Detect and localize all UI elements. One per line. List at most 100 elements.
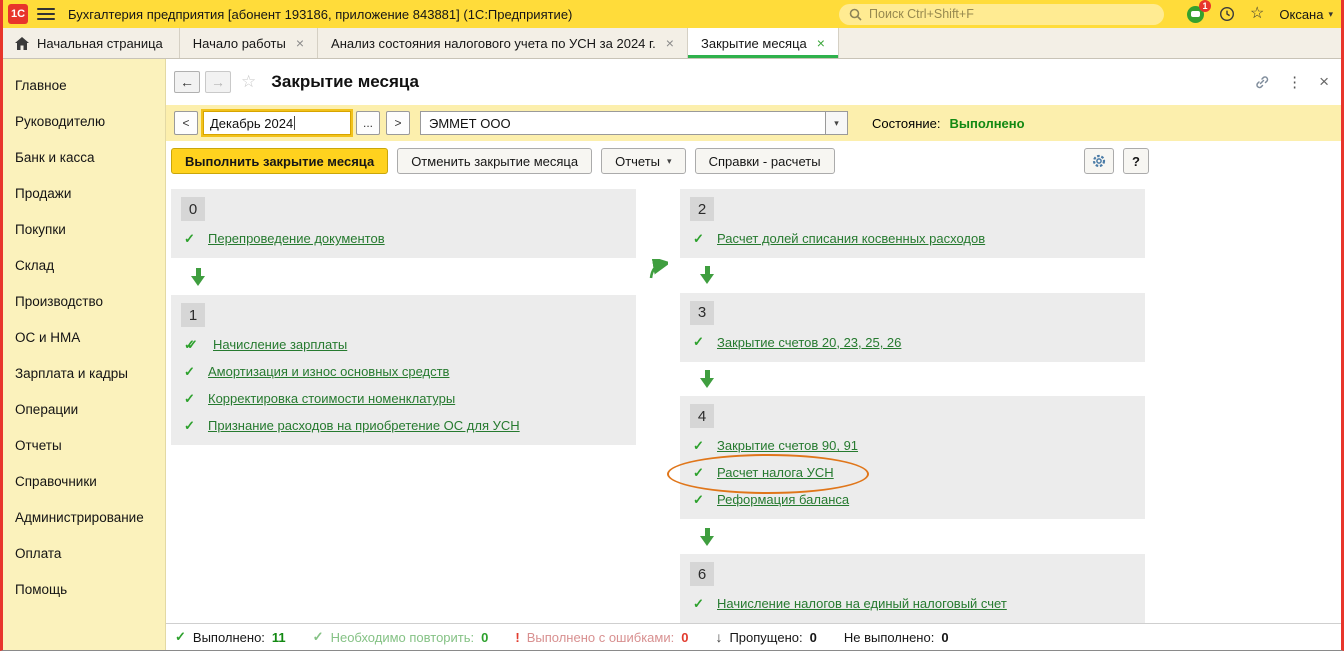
- document-tab[interactable]: Начало работы ×: [180, 28, 319, 58]
- step-operation-link[interactable]: Начисление зарплаты: [213, 337, 347, 352]
- sidebar-item[interactable]: Руководителю: [3, 103, 165, 139]
- step-operation-link[interactable]: Корректировка стоимости номенклатуры: [208, 391, 455, 406]
- global-search-input[interactable]: Поиск Ctrl+Shift+F: [839, 3, 1165, 25]
- step-item: ✓✓ Начисление зарплаты: [171, 331, 636, 358]
- sidebar-item[interactable]: Помощь: [3, 571, 165, 607]
- sidebar-item[interactable]: Покупки: [3, 211, 165, 247]
- get-link-icon[interactable]: [1254, 74, 1270, 90]
- organization-dropdown-icon[interactable]: ▾: [825, 112, 847, 134]
- step-operation-link[interactable]: Реформация баланса: [717, 492, 849, 507]
- step-block: 6 ✓ Начисление налогов на единый налоговый…: [680, 554, 1145, 624]
- footer-stat-label: Выполнено с ошибками:: [526, 629, 675, 645]
- user-menu[interactable]: Оксана ▾: [1279, 7, 1333, 22]
- previous-period-button[interactable]: <: [174, 111, 198, 135]
- sidebar-item[interactable]: Производство: [3, 283, 165, 319]
- chevron-down-icon: ▾: [1328, 8, 1333, 19]
- sidebar-item[interactable]: Отчеты: [3, 427, 165, 463]
- sidebar-item[interactable]: Склад: [3, 247, 165, 283]
- document-tabs: Начало работы × Анализ состояния налоговог…: [180, 28, 839, 58]
- main-menu-icon[interactable]: [37, 8, 55, 20]
- period-band: < Декабрь 2024 ... > ЭММЕТ ООО ▾ Состоян…: [166, 105, 1341, 141]
- help-button[interactable]: ?: [1123, 148, 1149, 174]
- run-month-closing-button[interactable]: Выполнить закрытие месяца: [171, 148, 389, 174]
- steps-column-left: 0 ✓ Перепроведение документов 1 ✓✓ Начисление…: [171, 189, 636, 623]
- cancel-month-closing-button[interactable]: Отменить закрытие месяца: [397, 148, 593, 174]
- reports-dropdown-button[interactable]: Отчеты ▾: [601, 148, 686, 174]
- main-area: Главное Руководителю Банк и касса Продажи По…: [3, 59, 1341, 650]
- footer-stat-label: Выполнено:: [192, 629, 265, 645]
- footer-stat-value: 0: [481, 629, 489, 645]
- tab-close-icon[interactable]: ×: [817, 35, 825, 51]
- check-icon: ✓: [693, 230, 704, 246]
- step-operation-link[interactable]: Начисление налогов на единый налоговый с…: [717, 596, 1007, 611]
- back-button[interactable]: ←: [174, 71, 200, 93]
- step-block: 4 ✓ Закрытие счетов 90, 91 ✓ Расчет налога У…: [667, 396, 1145, 520]
- organization-select[interactable]: ЭММЕТ ООО ▾: [420, 111, 848, 135]
- step-operation-link[interactable]: Закрытие счетов 90, 91: [717, 438, 858, 453]
- settings-gear-button[interactable]: [1084, 148, 1114, 174]
- footer-stat-value: 0: [809, 629, 817, 645]
- check-icon: ✓: [693, 595, 704, 611]
- footer-stat: ↓ Пропущено: 0: [715, 629, 816, 645]
- step-item: ✓ Начисление налогов на единый налоговый …: [680, 590, 1145, 617]
- sidebar-item[interactable]: Администрирование: [3, 499, 165, 535]
- reports-label: Отчеты: [615, 153, 661, 169]
- step-item: ✓ Перепроведение документов: [171, 225, 636, 252]
- repeat-check-icon: ✓: [312, 629, 324, 644]
- chevron-down-icon: ▾: [667, 155, 672, 166]
- gear-icon: [1092, 154, 1106, 168]
- step-operation-link[interactable]: Закрытие счетов 20, 23, 25, 26: [717, 335, 901, 350]
- tab-home[interactable]: Начальная страница: [3, 28, 180, 58]
- sidebar-item[interactable]: Операции: [3, 391, 165, 427]
- check-icon: ✓: [184, 417, 195, 433]
- footer-stat: ✓ Выполнено: 11: [175, 629, 286, 645]
- forward-button[interactable]: →: [205, 71, 231, 93]
- step-operation-link[interactable]: Амортизация и износ основных средств: [208, 364, 449, 379]
- step-item-highlighted: ✓ Расчет налога УСН: [667, 454, 1145, 495]
- certificates-button[interactable]: Справки - расчеты: [694, 148, 835, 174]
- step-block: 1 ✓✓ Начисление зарплаты ✓ Амортизация и изн…: [171, 295, 636, 445]
- sidebar-item[interactable]: Продажи: [3, 175, 165, 211]
- step-operation-link[interactable]: Расчет налога УСН: [717, 465, 834, 480]
- error-exclamation-icon: !: [515, 629, 520, 645]
- down-arrow-icon: [699, 527, 715, 546]
- history-icon[interactable]: [1219, 6, 1235, 22]
- footer-stat: ! Выполнено с ошибками: 0: [515, 630, 688, 645]
- footer-stat-label: Не выполнено:: [843, 629, 935, 645]
- sidebar-item[interactable]: Справочники: [3, 463, 165, 499]
- sidebar-item[interactable]: ОС и НМА: [3, 319, 165, 355]
- discussions-icon[interactable]: 1: [1187, 0, 1212, 23]
- search-icon: [849, 8, 862, 21]
- footer-stat-label: Необходимо повторить:: [330, 629, 475, 645]
- check-icon: ✓: [693, 334, 704, 350]
- footer-stat-value: 0: [941, 629, 949, 645]
- column-continue-arrow-icon: [648, 256, 671, 286]
- flow-arrow-row: [171, 258, 636, 295]
- document-tab[interactable]: Анализ состояния налогового учета по УСН…: [318, 28, 688, 58]
- page-header-actions: ⋮ ×: [1254, 72, 1331, 92]
- step-operation-link[interactable]: Перепроведение документов: [208, 231, 385, 246]
- check-icon: ✓: [693, 464, 704, 480]
- step-block-number: 2: [690, 197, 714, 221]
- step-item: ✓ Признание расходов на приобретение ОС д…: [171, 412, 636, 439]
- document-tab[interactable]: Закрытие месяца ×: [687, 28, 839, 58]
- sidebar-item[interactable]: Главное: [3, 67, 165, 103]
- sidebar-item[interactable]: Оплата: [3, 535, 165, 571]
- sidebar-item[interactable]: Банк и касса: [3, 139, 165, 175]
- step-item: ✓ Реформация баланса: [680, 486, 1145, 513]
- down-arrow-icon: [699, 266, 715, 285]
- close-form-icon[interactable]: ×: [1319, 72, 1329, 92]
- favorites-star-icon[interactable]: ☆: [1250, 6, 1264, 22]
- next-period-button[interactable]: >: [386, 111, 410, 135]
- step-operation-link[interactable]: Расчет долей списания косвенных расходов: [717, 231, 985, 246]
- tab-close-icon[interactable]: ×: [666, 35, 674, 51]
- tab-close-icon[interactable]: ×: [296, 35, 304, 51]
- step-block-number: 0: [181, 197, 205, 221]
- step-operation-link[interactable]: Признание расходов на приобретение ОС дл…: [208, 418, 520, 433]
- content-area: ← → ☆ Закрытие месяца ⋮ × < Декабрь 2024…: [166, 59, 1341, 650]
- period-picker-button[interactable]: ...: [356, 111, 380, 135]
- favorite-star-icon[interactable]: ☆: [241, 72, 256, 92]
- period-input[interactable]: Декабрь 2024: [201, 109, 353, 137]
- more-menu-icon[interactable]: ⋮: [1287, 73, 1302, 91]
- sidebar-item[interactable]: Зарплата и кадры: [3, 355, 165, 391]
